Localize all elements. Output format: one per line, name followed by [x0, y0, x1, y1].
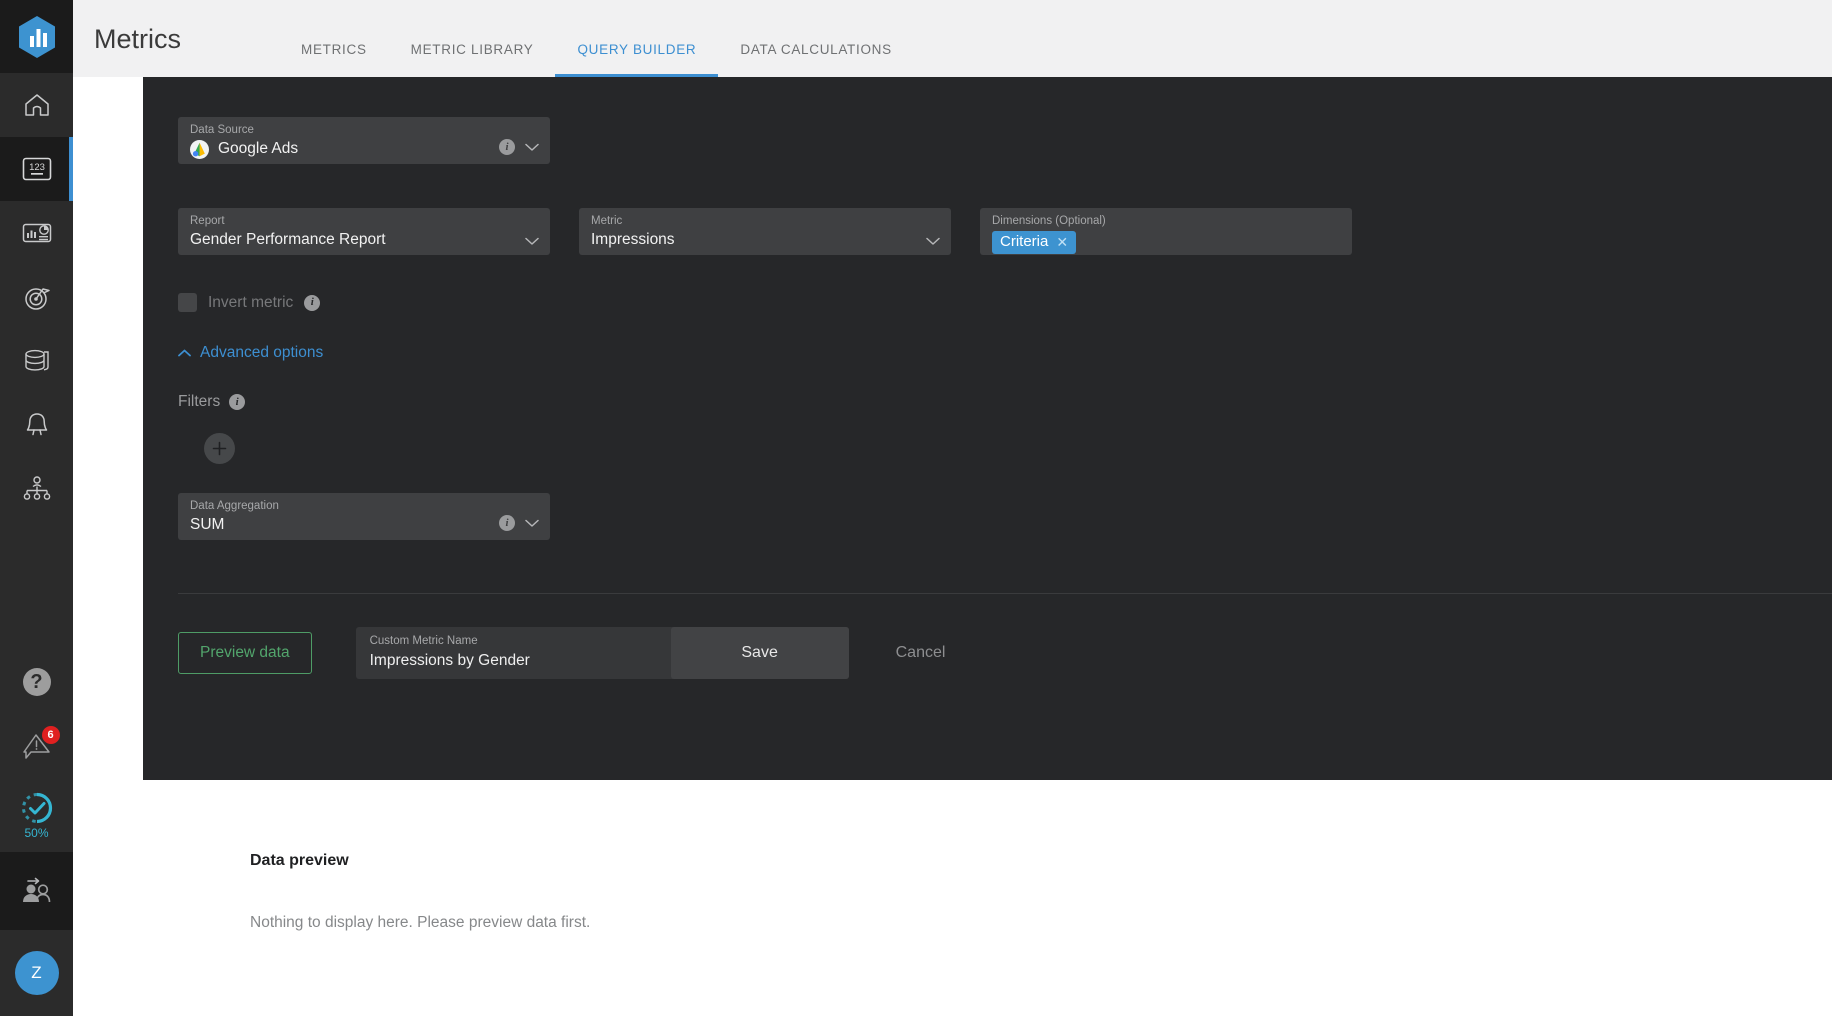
- google-ads-icon: [190, 139, 209, 159]
- data-preview-section: Data preview Nothing to display here. Pl…: [73, 780, 1832, 1016]
- avatar-cell: Z: [0, 930, 73, 1016]
- advanced-options-toggle[interactable]: Advanced options: [178, 344, 323, 362]
- filters-section-label: Filters i: [178, 393, 1812, 411]
- sidebar-item-onboarding-progress[interactable]: 50%: [0, 778, 73, 852]
- invert-metric-row: Invert metric i: [178, 293, 1812, 312]
- section-divider: [178, 593, 1832, 594]
- chevron-down-icon[interactable]: [525, 237, 539, 246]
- plus-icon: [212, 441, 227, 456]
- tab-metrics[interactable]: METRICS: [279, 42, 389, 77]
- app-logo[interactable]: [0, 0, 73, 73]
- content-area: Metrics METRICS METRIC LIBRARY QUERY BUI…: [73, 0, 1832, 1016]
- preview-data-button[interactable]: Preview data: [178, 632, 312, 674]
- invite-user-icon: [22, 877, 50, 903]
- tab-data-calculations[interactable]: DATA CALCULATIONS: [718, 42, 913, 77]
- app-root: 123 ? 6 50% Z Metrics METRICS METRIC LIB…: [0, 0, 1832, 1016]
- org-chart-icon: [23, 476, 50, 500]
- dimensions-multiselect[interactable]: Dimensions (Optional) Criteria ✕: [980, 208, 1352, 255]
- invert-metric-label: Invert metric: [208, 293, 294, 311]
- tab-bar: METRICS METRIC LIBRARY QUERY BUILDER DAT…: [279, 0, 914, 77]
- target-flag-icon: [24, 288, 50, 310]
- tab-metric-library[interactable]: METRIC LIBRARY: [389, 42, 556, 77]
- add-filter-button[interactable]: [204, 433, 235, 464]
- sidebar-item-goals[interactable]: [0, 265, 73, 329]
- close-icon[interactable]: ✕: [1056, 235, 1068, 249]
- dimension-chip-label: Criteria: [1000, 232, 1049, 250]
- sidebar-nav-top: 123: [0, 73, 73, 521]
- report-chart-icon: [22, 223, 51, 243]
- dimension-chip-criteria[interactable]: Criteria ✕: [992, 230, 1077, 255]
- data-aggregation-value: SUM: [190, 515, 225, 533]
- topbar: Metrics METRICS METRIC LIBRARY QUERY BUI…: [73, 0, 1832, 77]
- onboarding-progress-label: 50%: [24, 826, 49, 840]
- query-builder-form: Data Source Google Ads i Report Gender P…: [143, 117, 1832, 540]
- invert-metric-checkbox[interactable]: [178, 293, 197, 312]
- query-fields-row: Report Gender Performance Report Metric …: [178, 208, 1812, 255]
- topbar-inner: Metrics METRICS METRIC LIBRARY QUERY BUI…: [94, 0, 1832, 77]
- sidebar-item-notifications[interactable]: 6: [0, 714, 73, 778]
- save-button[interactable]: Save: [670, 627, 849, 679]
- sidebar-item-metrics[interactable]: 123: [0, 137, 73, 201]
- report-icons: [525, 237, 539, 246]
- data-aggregation-select[interactable]: Data Aggregation SUM i: [178, 493, 550, 540]
- data-aggregation-label: Data Aggregation: [190, 500, 279, 512]
- sidebar-item-reports[interactable]: [0, 201, 73, 265]
- data-preview-title: Data preview: [250, 852, 349, 869]
- sidebar-item-data-sources[interactable]: [0, 329, 73, 393]
- report-value: Gender Performance Report: [190, 230, 386, 248]
- home-icon: [24, 94, 49, 116]
- caret-up-icon: [178, 349, 191, 357]
- data-source-value-row: Google Ads: [190, 139, 538, 159]
- filters-label-text: Filters: [178, 393, 221, 410]
- question-mark-icon: ?: [22, 668, 51, 696]
- cancel-button[interactable]: Cancel: [896, 644, 946, 662]
- page-title: Metrics: [94, 24, 181, 54]
- sidebar-nav-bottom: ? 6 50% Z: [0, 650, 73, 1016]
- sidebar-item-help[interactable]: ?: [0, 650, 73, 714]
- report-label: Report: [190, 215, 225, 227]
- progress-check-icon: [21, 792, 52, 824]
- notification-badge: 6: [41, 726, 60, 744]
- data-source-label: Data Source: [190, 124, 254, 136]
- query-builder-panel: Data Source Google Ads i Report Gender P…: [143, 77, 1832, 780]
- dimensions-label: Dimensions (Optional): [992, 215, 1106, 227]
- info-icon[interactable]: i: [304, 294, 321, 311]
- logo-hexagon-bar-chart-icon: [18, 15, 55, 58]
- metric-select[interactable]: Metric Impressions: [579, 208, 951, 255]
- data-source-select[interactable]: Data Source Google Ads i: [178, 117, 550, 164]
- data-source-icons: i: [499, 139, 539, 155]
- data-aggregation-icons: i: [499, 515, 539, 531]
- report-select[interactable]: Report Gender Performance Report: [178, 208, 550, 255]
- sidebar-item-organization[interactable]: [0, 457, 73, 521]
- chevron-down-icon[interactable]: [525, 143, 539, 152]
- alert-wrapper: 6: [20, 726, 60, 762]
- data-source-value: Google Ads: [218, 139, 299, 157]
- advanced-options-label: Advanced options: [200, 344, 324, 361]
- database-stack-icon: [24, 349, 49, 371]
- tab-query-builder[interactable]: QUERY BUILDER: [555, 42, 719, 77]
- sidebar-item-invite[interactable]: [0, 852, 73, 930]
- bell-icon: [26, 413, 47, 436]
- sidebar-item-home[interactable]: [0, 73, 73, 137]
- metric-value: Impressions: [591, 230, 675, 248]
- info-icon[interactable]: i: [229, 394, 246, 410]
- info-icon[interactable]: i: [499, 515, 515, 531]
- chevron-down-icon[interactable]: [926, 237, 940, 246]
- avatar[interactable]: Z: [14, 951, 59, 995]
- chevron-down-icon[interactable]: [525, 519, 539, 528]
- svg-text:123: 123: [29, 162, 45, 173]
- metric-label: Metric: [591, 215, 623, 227]
- metric-icons: [926, 237, 940, 246]
- data-preview-empty-message: Nothing to display here. Please preview …: [250, 914, 591, 931]
- sidebar-item-alerts[interactable]: [0, 393, 73, 457]
- info-icon[interactable]: i: [499, 139, 515, 155]
- sidebar: 123 ? 6 50% Z: [0, 0, 73, 1016]
- action-bar: Preview data Custom Metric Name Impressi…: [143, 627, 1832, 679]
- numbers-123-icon: 123: [22, 157, 51, 181]
- metric-name-and-save: Custom Metric Name Impressions by Gender…: [355, 627, 849, 679]
